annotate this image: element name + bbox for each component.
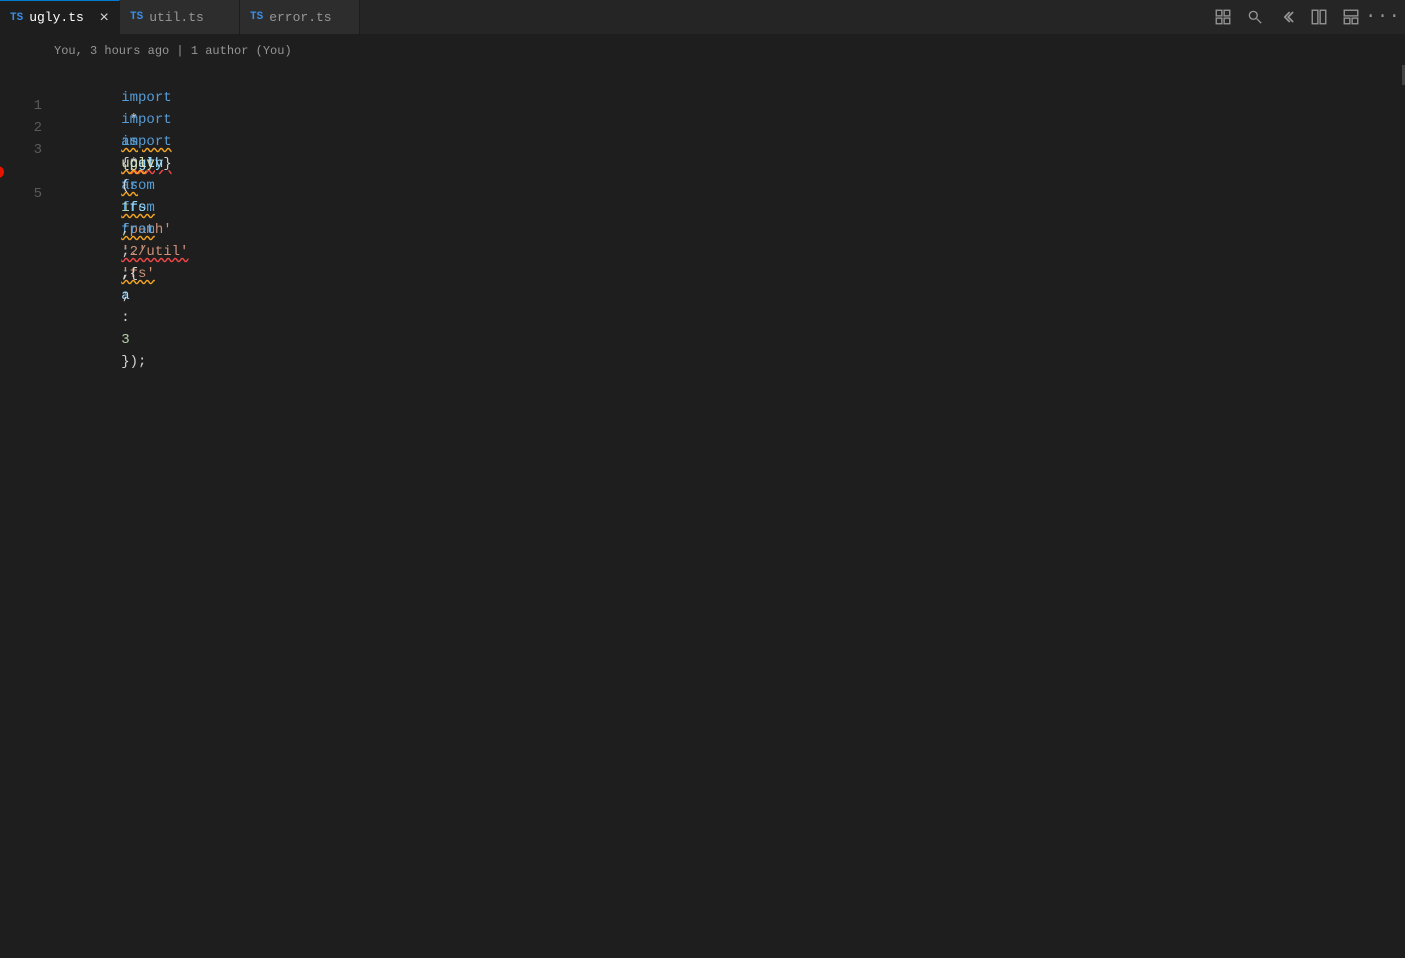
close-tab-ugly[interactable]: × [99,10,109,26]
code-line-2: import {ugly} from './util' ; [50,87,1391,109]
tabs-container: TS ugly.ts × TS util.ts TS error.ts [0,0,360,34]
line-numbers: 1 2 3 4 5 [0,35,50,958]
tab-name-util: util.ts [149,10,229,25]
line-number-3: 3 [0,139,42,161]
grid-icon-button[interactable] [1209,3,1237,31]
editor-area: 1 2 3 4 5 You, 3 hours ago | 1 author (Y… [0,35,1405,958]
tab-error[interactable]: TS error.ts [240,0,360,34]
code-line-3: import * as fs from 'fs' ; [50,109,1391,131]
more-icon: ··· [1365,7,1400,27]
hover-info-text: You, 3 hours ago | 1 author (You) [54,44,292,58]
tab-actions: ··· [1209,3,1405,31]
tab-name-error: error.ts [269,10,349,25]
line-number-2: 2 [0,117,42,139]
more-button[interactable]: ··· [1369,3,1397,31]
back-arrow-button[interactable] [1273,3,1301,31]
tab-bar: TS ugly.ts × TS util.ts TS error.ts [0,0,1405,35]
code-line-5 [50,153,1391,175]
code-content[interactable]: You, 3 hours ago | 1 author (You) import… [50,35,1391,958]
code-line-4: ugly ( 1 , '2' ,{ a : 3 }); [50,131,1391,153]
line-number-5: 5 [0,183,42,205]
code-lines: import * as path from 'path' ; import {u… [50,65,1391,958]
tab-name-ugly: ugly.ts [29,10,93,25]
ts-badge-ugly: TS [10,12,23,24]
scrollbar-area[interactable] [1391,35,1405,958]
breakpoint-indicator [0,166,4,178]
tab-util[interactable]: TS util.ts [120,0,240,34]
tab-ugly[interactable]: TS ugly.ts × [0,0,120,34]
code-line-1: import * as path from 'path' ; [50,65,1391,87]
ts-badge-error: TS [250,11,263,23]
ts-badge-util: TS [130,11,143,23]
line-number-1: 1 [0,95,42,117]
hover-info: You, 3 hours ago | 1 author (You) [50,40,1391,62]
split-editor-button[interactable] [1305,3,1333,31]
line-number-4: 4 [0,161,42,183]
layout-icon-button[interactable] [1337,3,1365,31]
search-icon-button[interactable] [1241,3,1269,31]
